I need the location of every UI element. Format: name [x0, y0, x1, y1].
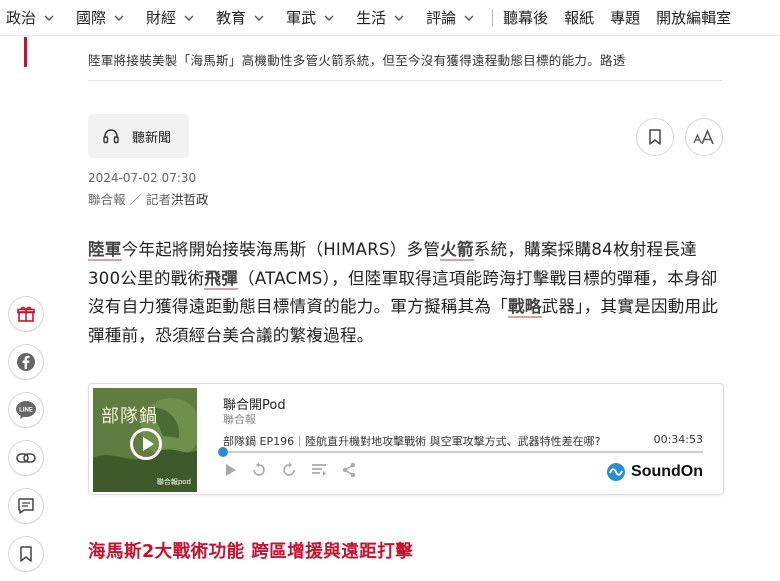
nav-item-opinion[interactable]: 評論 [426, 7, 474, 28]
article-text: 今年起將開始接裝海馬斯（HIMARS）多管 [121, 240, 441, 259]
bookmark-icon [649, 129, 661, 145]
episode-title: 部隊鍋 EP196｜陸航直升機對地攻擊戰術 與空軍攻擊方式、武器特性差在哪? [223, 435, 601, 448]
soundon-icon [607, 463, 626, 481]
nav-label: 政治 [6, 9, 37, 27]
nav-item-finance[interactable]: 財經 [146, 7, 194, 28]
podcast-author: 聯合報 [223, 413, 256, 426]
nav-label: 國際 [76, 9, 107, 27]
gift-icon [17, 306, 35, 322]
section-heading: 海馬斯2大戰術功能 跨區增援與遠距打擊 [88, 542, 414, 562]
play-icon[interactable] [130, 428, 162, 460]
nav-item-international[interactable]: 國際 [76, 7, 124, 28]
nav-label: 軍武 [286, 9, 317, 27]
bookmark-icon [20, 546, 32, 562]
bookmark-side-button[interactable] [8, 536, 44, 572]
nav-item-politics[interactable]: 政治 [6, 7, 54, 28]
player-controls [225, 462, 357, 478]
chevron-down-icon [324, 15, 334, 21]
accent-bar [24, 37, 27, 67]
forward-icon[interactable] [281, 462, 297, 478]
top-nav: 政治 國際 財經 教育 軍武 生活 評論 聽幕後 報紙 專題 開放編輯室 [0, 0, 780, 36]
comment-button[interactable] [8, 488, 44, 524]
line-share-button[interactable]: LINE [8, 392, 44, 428]
facebook-share-button[interactable] [8, 344, 44, 380]
nav-link-open-editorial[interactable]: 開放編輯室 [656, 7, 731, 28]
author-link[interactable]: 洪哲政 [171, 192, 209, 207]
nav-item-life[interactable]: 生活 [356, 7, 404, 28]
chevron-down-icon [394, 15, 404, 21]
chevron-down-icon [464, 15, 474, 21]
podcast-cover[interactable]: 部隊鍋 聯合報pod [93, 388, 197, 492]
gift-button[interactable] [8, 296, 44, 332]
headphones-icon [103, 129, 119, 144]
nav-label: 生活 [356, 9, 387, 27]
nav-label: 評論 [426, 9, 457, 27]
divider [88, 80, 722, 81]
keyword-link[interactable]: 火箭 [440, 240, 474, 261]
progress-handle[interactable] [218, 447, 228, 457]
rewind-icon[interactable] [251, 462, 267, 478]
photo-caption: 陸軍將接裝美製「海馬斯」高機動性多管火箭系統，但至今沒有獲得遠程動態目標的能力。… [88, 53, 626, 68]
nav-label: 教育 [216, 9, 247, 27]
comment-icon [18, 498, 34, 514]
chevron-down-icon [254, 15, 264, 21]
keyword-link[interactable]: 飛彈 [204, 268, 239, 290]
nav-link-newspaper[interactable]: 報紙 [564, 7, 594, 28]
share-sidebar: LINE [8, 296, 44, 581]
svg-text:LINE: LINE [19, 408, 33, 414]
play-icon[interactable] [225, 463, 237, 477]
article-paragraph: 陸軍今年起將開始接裝海馬斯（HIMARS）多管火箭系統，購案採購84枚射程長達3… [88, 236, 724, 350]
soundon-logo[interactable]: SoundOn [606, 462, 703, 482]
chevron-down-icon [114, 15, 124, 21]
listen-label: 聽新聞 [132, 130, 172, 146]
playlist-icon[interactable] [311, 463, 327, 477]
nav-item-military[interactable]: 軍武 [286, 7, 334, 28]
publish-datetime: 2024-07-02 07:30 [88, 171, 197, 185]
chevron-down-icon [184, 15, 194, 21]
cover-brand: 聯合報pod [156, 478, 191, 486]
nav-label: 財經 [146, 9, 177, 27]
keyword-link[interactable]: 戰略 [508, 297, 542, 318]
bookmark-button[interactable] [636, 118, 674, 156]
copy-link-button[interactable] [8, 440, 44, 476]
share-icon[interactable] [341, 462, 357, 478]
keyword-link[interactable]: 陸軍 [88, 240, 122, 261]
byline-source: 聯合報 ／ 記者 [88, 192, 171, 207]
soundon-label: SoundOn [631, 463, 703, 480]
font-size-button[interactable] [685, 118, 723, 156]
progress-track[interactable] [223, 451, 703, 453]
nav-divider [492, 8, 494, 27]
link-icon [16, 453, 36, 463]
nav-item-education[interactable]: 教育 [216, 7, 264, 28]
nav-link-features[interactable]: 專題 [610, 7, 640, 28]
facebook-icon [17, 353, 35, 371]
podcast-player: 部隊鍋 聯合報pod 聯合開Pod 聯合報 部隊鍋 EP196｜陸航直升機對地攻… [88, 383, 724, 495]
nav-link-behind-scenes[interactable]: 聽幕後 [503, 7, 548, 28]
font-size-icon [693, 129, 714, 145]
byline: 聯合報 ／ 記者洪哲政 [88, 189, 208, 208]
line-icon: LINE [16, 401, 36, 419]
episode-duration: 00:34:53 [653, 433, 703, 446]
chevron-down-icon [44, 15, 54, 21]
listen-news-button[interactable]: 聽新聞 [88, 114, 189, 158]
cover-title: 部隊鍋 [101, 406, 158, 427]
